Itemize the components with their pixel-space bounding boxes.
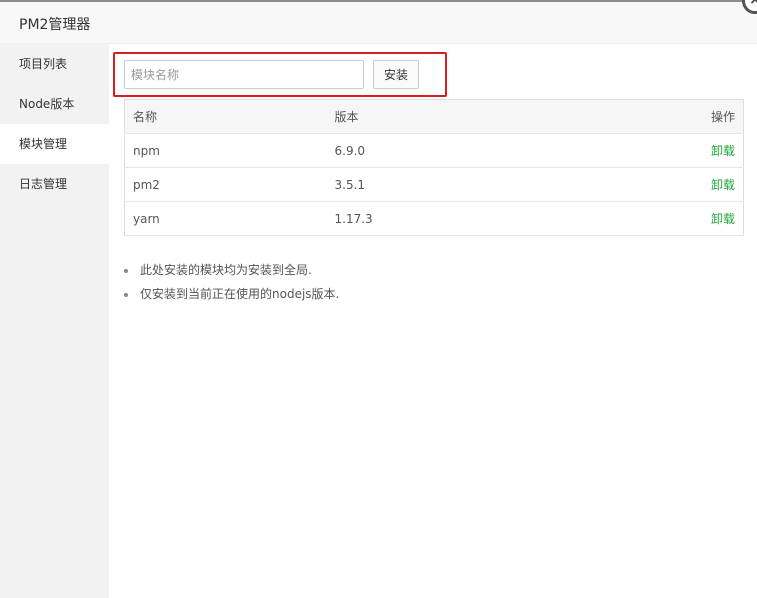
table-row: npm 6.9.0 卸载 bbox=[124, 133, 744, 168]
notes-list: 此处安装的模块均为安装到全局. 仅安装到当前正在使用的nodejs版本. bbox=[124, 258, 339, 306]
table-header-row: 名称 版本 操作 bbox=[124, 99, 744, 134]
window-titlebar: PM2管理器 bbox=[0, 0, 757, 44]
sidebar-item-label: Node版本 bbox=[19, 97, 75, 111]
sidebar-item-label: 模块管理 bbox=[19, 137, 68, 151]
window-title: PM2管理器 bbox=[19, 17, 91, 33]
sidebar-item-log-management[interactable]: 日志管理 bbox=[0, 164, 109, 204]
module-name-input[interactable] bbox=[124, 60, 364, 89]
module-name: yarn bbox=[124, 201, 327, 236]
uninstall-link[interactable]: 卸载 bbox=[711, 144, 735, 158]
column-header-operation: 操作 bbox=[656, 99, 744, 134]
module-version: 3.5.1 bbox=[326, 167, 657, 202]
sidebar: 项目列表 Node版本 模块管理 日志管理 bbox=[0, 44, 109, 598]
sidebar-item-module-management[interactable]: 模块管理 bbox=[0, 124, 109, 164]
column-header-name: 名称 bbox=[124, 99, 327, 134]
uninstall-link[interactable]: 卸载 bbox=[711, 212, 735, 226]
module-name: pm2 bbox=[124, 167, 327, 202]
install-button[interactable]: 安装 bbox=[373, 60, 419, 89]
sidebar-item-label: 日志管理 bbox=[19, 177, 68, 191]
table-row: yarn 1.17.3 卸载 bbox=[124, 201, 744, 236]
sidebar-item-node-version[interactable]: Node版本 bbox=[0, 84, 109, 124]
column-header-version: 版本 bbox=[326, 99, 657, 134]
module-version: 1.17.3 bbox=[326, 201, 657, 236]
main-panel: 安装 名称 版本 操作 npm 6.9.0 卸载 pm2 3.5.1 卸载 ya… bbox=[109, 44, 757, 598]
note-item: 此处安装的模块均为安装到全局. bbox=[124, 258, 339, 282]
module-name: npm bbox=[124, 133, 327, 168]
module-table: 名称 版本 操作 npm 6.9.0 卸载 pm2 3.5.1 卸载 yarn … bbox=[124, 99, 744, 236]
module-version: 6.9.0 bbox=[326, 133, 657, 168]
note-item: 仅安装到当前正在使用的nodejs版本. bbox=[124, 282, 339, 306]
table-row: pm2 3.5.1 卸载 bbox=[124, 167, 744, 202]
uninstall-link[interactable]: 卸载 bbox=[711, 178, 735, 192]
sidebar-item-label: 项目列表 bbox=[19, 57, 68, 71]
sidebar-item-project-list[interactable]: 项目列表 bbox=[0, 44, 109, 84]
